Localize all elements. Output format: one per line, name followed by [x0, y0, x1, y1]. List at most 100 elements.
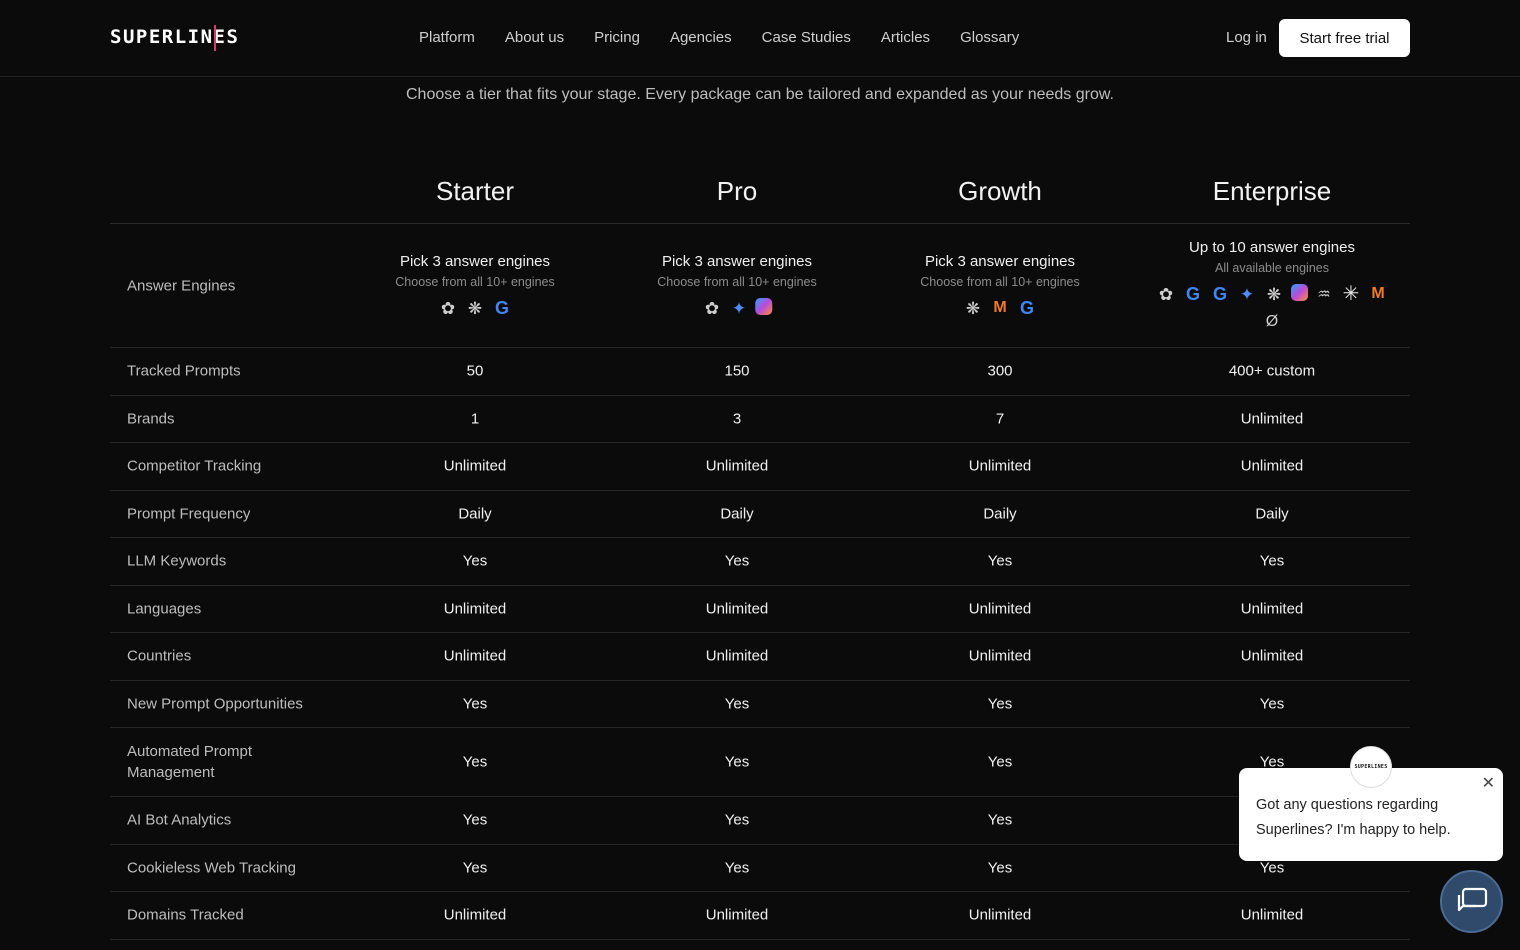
chat-message: Got any questions regarding Superlines? … — [1256, 797, 1451, 838]
table-cell: 300 — [987, 362, 1013, 380]
engines-subtitle: All available engines — [1215, 260, 1329, 275]
close-icon[interactable]: ✕ — [1482, 771, 1495, 796]
engines-cell: Up to 10 answer engines All available eng… — [1147, 239, 1397, 333]
feature-rows: Tracked Prompts 50 150 300 400+ custom Brands… — [110, 348, 1410, 940]
row-label: Answer Engines — [127, 277, 236, 294]
tier-growth: Growth — [958, 176, 1042, 206]
nav-link-articles[interactable]: Articles — [881, 29, 930, 46]
table-cell: Unlimited — [1240, 410, 1304, 428]
table-cell: 50 — [466, 362, 484, 380]
start-free-trial-button[interactable]: Start free trial — [1279, 19, 1410, 57]
login-link[interactable]: Log in — [1226, 29, 1267, 46]
google-icon: G — [1019, 298, 1034, 318]
tier-header-row: Starter Pro Growth Enterprise — [110, 160, 1410, 224]
google-icon: G — [494, 298, 509, 318]
table-cell: Yes — [1259, 859, 1285, 877]
table-row: Prompt Frequency Daily Daily Daily Daily — [110, 491, 1410, 538]
nav-link-agencies[interactable]: Agencies — [670, 29, 732, 46]
engines-cell: Pick 3 answer engines Choose from all 10+… — [657, 253, 816, 319]
perplexity-icon: ❋ — [1266, 284, 1282, 304]
pricing-comparison-table: Starter Pro Growth Enterprise Answer Eng… — [110, 160, 1410, 940]
table-row: Cookieless Web Tracking Yes Yes Yes Yes — [110, 845, 1410, 892]
row-label: LLM Keywords — [127, 552, 227, 570]
table-cell: Unlimited — [968, 457, 1032, 475]
table-cell: Daily — [458, 505, 492, 523]
table-cell: Unlimited — [705, 906, 769, 924]
table-cell: 400+ custom — [1228, 362, 1316, 380]
logo-accent-bar — [214, 25, 216, 51]
table-cell: Yes — [987, 695, 1013, 713]
claude-icon: ✳ — [1342, 283, 1360, 305]
row-label: Competitor Tracking — [127, 457, 262, 475]
table-cell: Unlimited — [1240, 906, 1304, 924]
table-cell: 1 — [470, 410, 480, 428]
engines-subtitle: Choose from all 10+ engines — [920, 274, 1080, 289]
table-cell: Yes — [1259, 695, 1285, 713]
pricing-subtitle: Choose a tier that fits your stage. Ever… — [406, 86, 1114, 103]
copilot-icon — [755, 297, 773, 315]
engine-icons: ✿ ❋ G — [395, 298, 554, 319]
openai-icon: ✿ — [1158, 284, 1174, 304]
engines-cell: Pick 3 answer engines Choose from all 10+… — [395, 253, 554, 319]
nav-link-glossary[interactable]: Glossary — [960, 29, 1019, 46]
chat-avatar: SUPERLINES — [1350, 746, 1392, 788]
table-cell: Unlimited — [1240, 647, 1304, 665]
table-row: Domains Tracked Unlimited Unlimited Unlimit… — [110, 892, 1410, 940]
row-label: Automated Prompt Management — [127, 743, 253, 781]
table-cell: Unlimited — [705, 457, 769, 475]
engine-icons: ✿ G G ✦ ❋ ♒ ✳ M Ø — [1147, 283, 1397, 333]
table-cell: 150 — [724, 362, 750, 380]
engines-title: Pick 3 answer engines — [661, 252, 813, 270]
table-row: New Prompt Opportunities Yes Yes Yes Yes — [110, 681, 1410, 728]
table-cell: Unlimited — [705, 600, 769, 618]
tier-enterprise: Enterprise — [1212, 176, 1332, 206]
table-cell: Yes — [462, 859, 488, 877]
perplexity-icon: ❋ — [965, 298, 981, 318]
table-cell: Yes — [462, 695, 488, 713]
table-row: Automated Prompt Management Yes Yes Yes Yes — [110, 728, 1410, 797]
table-cell: 7 — [995, 410, 1005, 428]
mistral-icon: M — [1371, 285, 1385, 302]
openai-icon: ✿ — [704, 298, 720, 318]
nav-link-platform[interactable]: Platform — [419, 29, 475, 46]
table-cell: Unlimited — [968, 906, 1032, 924]
row-label: Tracked Prompts — [127, 362, 241, 380]
chat-launcher-button[interactable] — [1440, 870, 1503, 933]
logo[interactable]: SUPERLINES — [110, 26, 239, 48]
table-cell: Yes — [987, 552, 1013, 570]
row-label: AI Bot Analytics — [127, 811, 232, 829]
engines-title: Up to 10 answer engines — [1189, 238, 1355, 256]
engines-title: Pick 3 answer engines — [924, 252, 1076, 270]
table-cell: Yes — [724, 552, 750, 570]
row-label: Prompt Frequency — [127, 505, 251, 523]
engines-cell: Pick 3 answer engines Choose from all 10+… — [920, 253, 1079, 319]
row-label: Countries — [127, 647, 192, 665]
engines-title: Pick 3 answer engines — [399, 252, 551, 270]
nav-link-case-studies[interactable]: Case Studies — [762, 29, 851, 46]
mistral-icon: M — [993, 299, 1007, 316]
table-cell: Yes — [987, 753, 1013, 771]
table-cell: Unlimited — [705, 647, 769, 665]
table-row: Tracked Prompts 50 150 300 400+ custom — [110, 348, 1410, 396]
nav-link-about-us[interactable]: About us — [505, 29, 564, 46]
tier-starter: Starter — [435, 176, 515, 206]
chat-bubble-icon — [1457, 887, 1487, 911]
table-cell: Unlimited — [968, 647, 1032, 665]
nav-link-pricing[interactable]: Pricing — [594, 29, 640, 46]
row-label: Languages — [127, 600, 202, 618]
row-label: Brands — [127, 410, 175, 428]
table-cell: Unlimited — [443, 647, 507, 665]
table-cell: Unlimited — [1240, 600, 1304, 618]
table-cell: Yes — [724, 753, 750, 771]
table-row: Countries Unlimited Unlimited Unlimited Unli… — [110, 633, 1410, 681]
openai-icon: ✿ — [440, 298, 456, 318]
table-cell: Yes — [724, 859, 750, 877]
deepseek-icon: ♒ — [1317, 285, 1331, 303]
table-cell: Daily — [720, 505, 754, 523]
table-cell: Yes — [987, 811, 1013, 829]
table-cell: Daily — [983, 505, 1017, 523]
perplexity-icon: ❋ — [467, 298, 483, 318]
top-nav: SUPERLINES Platform About us Pricing Age… — [0, 0, 1520, 77]
tier-pro: Pro — [716, 176, 758, 206]
table-row: Languages Unlimited Unlimited Unlimited Unli… — [110, 586, 1410, 633]
